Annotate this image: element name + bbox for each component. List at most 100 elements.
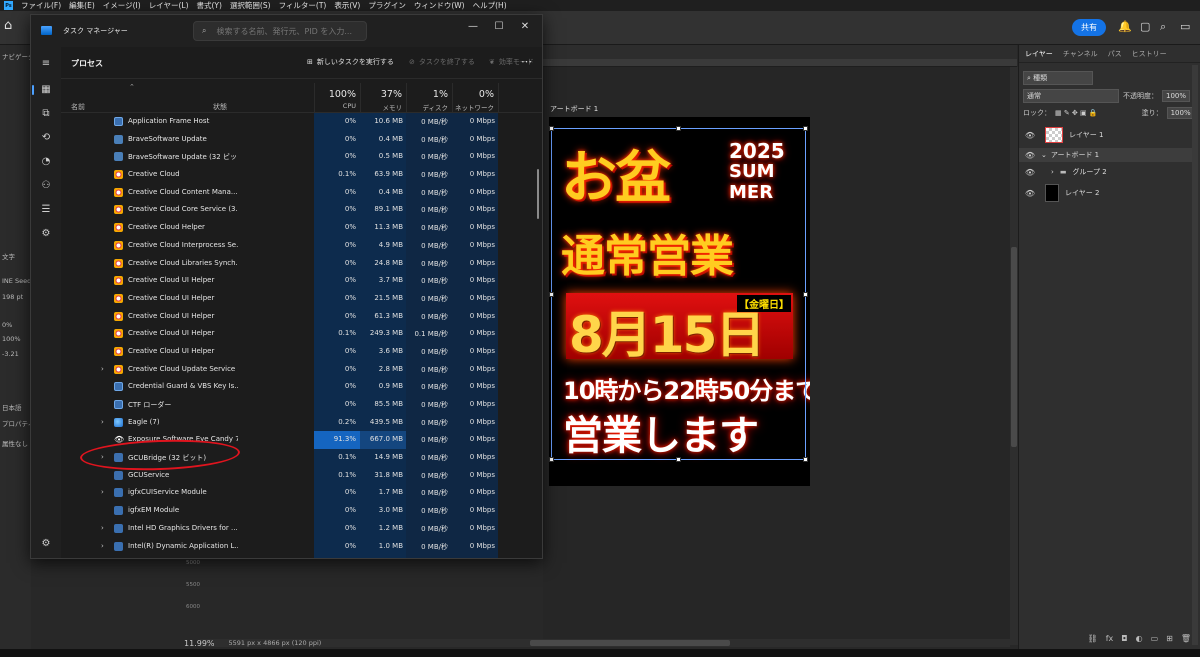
scale-value[interactable]: 100% (2, 335, 30, 343)
new-layer-icon[interactable]: ⊞ (1166, 634, 1173, 643)
process-row[interactable]: Creative Cloud UI Helper 0% 21.5 MB 0 MB/秒 0… (61, 290, 542, 308)
group-row[interactable]: 👁 › ▬ グループ 2 (1019, 163, 1197, 181)
grid-icon[interactable]: ▢ (1140, 20, 1150, 33)
visibility-eye-icon[interactable]: 👁 (1023, 131, 1037, 140)
layer-kind-filter[interactable]: ⌕ 種類 (1023, 71, 1093, 85)
process-row[interactable]: Credential Guard & VBS Key Is... 0% 0.9 MB… (61, 378, 542, 396)
chevron-right-icon[interactable]: › (101, 542, 104, 550)
ps-menu-item[interactable]: 編集(E) (69, 0, 95, 11)
processes-nav-icon[interactable]: ▦ (32, 83, 53, 97)
process-row[interactable]: › Intel HD Graphics Drivers for ... 0% 1.2 … (61, 520, 542, 538)
column-header-name[interactable]: 名前 (71, 102, 85, 112)
process-list-scrollbar[interactable] (537, 169, 539, 219)
new-group-icon[interactable]: ▭ (1151, 634, 1159, 643)
tab-channels[interactable]: チャンネル (1063, 49, 1098, 59)
chevron-down-icon[interactable]: ⌄ (1041, 151, 1047, 159)
run-new-task-button[interactable]: ⊞ 新しいタスクを実行する (307, 57, 394, 67)
column-separator[interactable] (406, 83, 407, 113)
ps-menu-item[interactable]: 書式(Y) (197, 0, 222, 11)
text-tab[interactable]: 文字 (2, 251, 30, 261)
visibility-eye-icon[interactable]: 👁 (1023, 168, 1037, 177)
process-row[interactable]: Creative Cloud UI Helper 0% 61.3 MB 0 MB/秒 0… (61, 308, 542, 326)
details-nav-icon[interactable]: ☰ (39, 203, 53, 217)
chevron-right-icon[interactable]: › (101, 418, 104, 426)
column-header-network[interactable]: 0% ネットワーク (448, 83, 494, 112)
chevron-right-icon[interactable]: › (101, 365, 104, 373)
process-row[interactable]: Creative Cloud Libraries Synch... 0% 24.8 … (61, 255, 542, 273)
hamburger-menu-icon[interactable]: ≡ (39, 57, 53, 71)
transform-handle[interactable] (549, 457, 554, 462)
services-nav-icon[interactable]: ⚙ (39, 227, 53, 241)
process-row[interactable]: Creative Cloud UI Helper 0.1% 249.3 MB 0.1 … (61, 325, 542, 343)
close-icon[interactable]: ✕ (514, 19, 536, 35)
tracking-value[interactable]: 0% (2, 321, 30, 329)
link-icon[interactable]: ⛓ (1088, 634, 1098, 643)
properties-tab[interactable]: プロパティ (2, 418, 30, 428)
column-header-memory[interactable]: 37% メモリ (356, 83, 402, 112)
visibility-eye-icon[interactable]: 👁 (1023, 151, 1037, 160)
search-icon[interactable]: ⌕ (1160, 20, 1166, 34)
navigator-tab[interactable]: ナビゲーター (2, 51, 30, 61)
process-row[interactable]: Creative Cloud Helper 0% 11.3 MB 0 MB/秒 0 Mb… (61, 219, 542, 237)
process-row[interactable]: Creative Cloud 0.1% 63.9 MB 0 MB/秒 0 Mbps (61, 166, 542, 184)
ps-menu-item[interactable]: イメージ(I) (103, 0, 141, 11)
artboard-row[interactable]: 👁 ⌄ アートボード 1 (1019, 148, 1197, 162)
layer-name[interactable]: レイヤー 1 (1069, 130, 1103, 140)
process-row[interactable]: › Creative Cloud Update Service ... 0% 2.8 … (61, 361, 542, 379)
process-row[interactable]: Creative Cloud Core Service (3... 0% 89.1 … (61, 201, 542, 219)
startup-apps-nav-icon[interactable]: ◔ (39, 155, 53, 169)
share-button[interactable]: 共有 (1072, 19, 1106, 36)
ps-menu-item[interactable]: フィルター(T) (279, 0, 327, 11)
transform-handle[interactable] (803, 457, 808, 462)
sort-up-icon[interactable]: ⌃ (129, 83, 135, 91)
column-header-status[interactable]: 状態 (213, 102, 227, 112)
column-separator[interactable] (498, 83, 499, 113)
opacity-input[interactable]: 100% (1162, 90, 1191, 102)
transform-handle[interactable] (676, 126, 681, 131)
transform-handle[interactable] (676, 457, 681, 462)
ps-menu-item[interactable]: 選択範囲(S) (230, 0, 271, 11)
settings-gear-icon[interactable]: ⚙ (39, 537, 53, 551)
fx-icon[interactable]: fx (1106, 634, 1114, 643)
process-row[interactable]: Application Frame Host 0% 10.6 MB 0 MB/秒 0 M… (61, 113, 542, 131)
process-row[interactable]: Creative Cloud UI Helper 0% 3.6 MB 0 MB/秒 0 … (61, 343, 542, 361)
bell-icon[interactable]: 🔔 (1118, 20, 1132, 33)
ps-menu-item[interactable]: プラグイン (368, 0, 406, 11)
artboard-label[interactable]: アートボード 1 (550, 104, 598, 114)
transform-handle[interactable] (803, 292, 808, 297)
chevron-right-icon[interactable]: › (1051, 168, 1054, 176)
process-row[interactable]: › igfxCUIService Module 0% 1.7 MB 0 MB/秒 0 Mb… (61, 484, 542, 502)
layer-name[interactable]: レイヤー 2 (1065, 188, 1099, 198)
layer-name[interactable]: アートボード 1 (1051, 150, 1099, 160)
search-input[interactable] (216, 26, 357, 36)
more-options-icon[interactable]: ⋯ (521, 55, 532, 68)
process-row[interactable]: Creative Cloud Interprocess Se... 0% 4.9 M… (61, 237, 542, 255)
ps-menu-item[interactable]: ウィンドウ(W) (414, 0, 465, 11)
zoom-level[interactable]: 11.99% (184, 639, 215, 648)
users-nav-icon[interactable]: ⚇ (39, 179, 53, 193)
visibility-eye-icon[interactable]: 👁 (1023, 189, 1037, 198)
ps-menu-item[interactable]: レイヤー(L) (149, 0, 189, 11)
process-row[interactable]: Creative Cloud Content Mana... 0% 0.4 MB 0 … (61, 184, 542, 202)
performance-nav-icon[interactable]: ⧉ (39, 107, 53, 121)
adjustment-icon[interactable]: ◐ (1136, 634, 1143, 643)
workspace-icon[interactable]: ▭ (1180, 20, 1190, 33)
app-history-nav-icon[interactable]: ⟲ (39, 131, 53, 145)
layer-name[interactable]: グループ 2 (1072, 167, 1106, 177)
tab-layers[interactable]: レイヤー (1025, 49, 1053, 59)
process-row[interactable]: › Intel(R) Dynamic Application L... 0% 1.0 … (61, 538, 542, 556)
baseline-value[interactable]: -3.21 (2, 350, 30, 358)
column-header-disk[interactable]: 1% ディスク (402, 83, 448, 112)
end-task-button[interactable]: ⊘ タスクを終了する (409, 57, 475, 67)
process-row[interactable]: igfxEM Module 0% 3.0 MB 0 MB/秒 0 Mbps (61, 502, 542, 520)
mask-icon[interactable]: ◘ (1121, 634, 1127, 643)
selection-bounding-box[interactable] (551, 128, 806, 460)
home-icon[interactable]: ⌂ (4, 19, 18, 33)
task-manager-titlebar[interactable]: タスク マネージャー ⌕ — ☐ ✕ (31, 15, 542, 47)
language-value[interactable]: 日本語 (2, 402, 30, 412)
transform-handle[interactable] (803, 126, 808, 131)
transform-handle[interactable] (549, 292, 554, 297)
tab-history[interactable]: ヒストリー (1132, 49, 1167, 59)
layers-scrollbar[interactable] (1192, 65, 1198, 645)
blend-mode-select[interactable]: 通常 (1023, 89, 1119, 103)
